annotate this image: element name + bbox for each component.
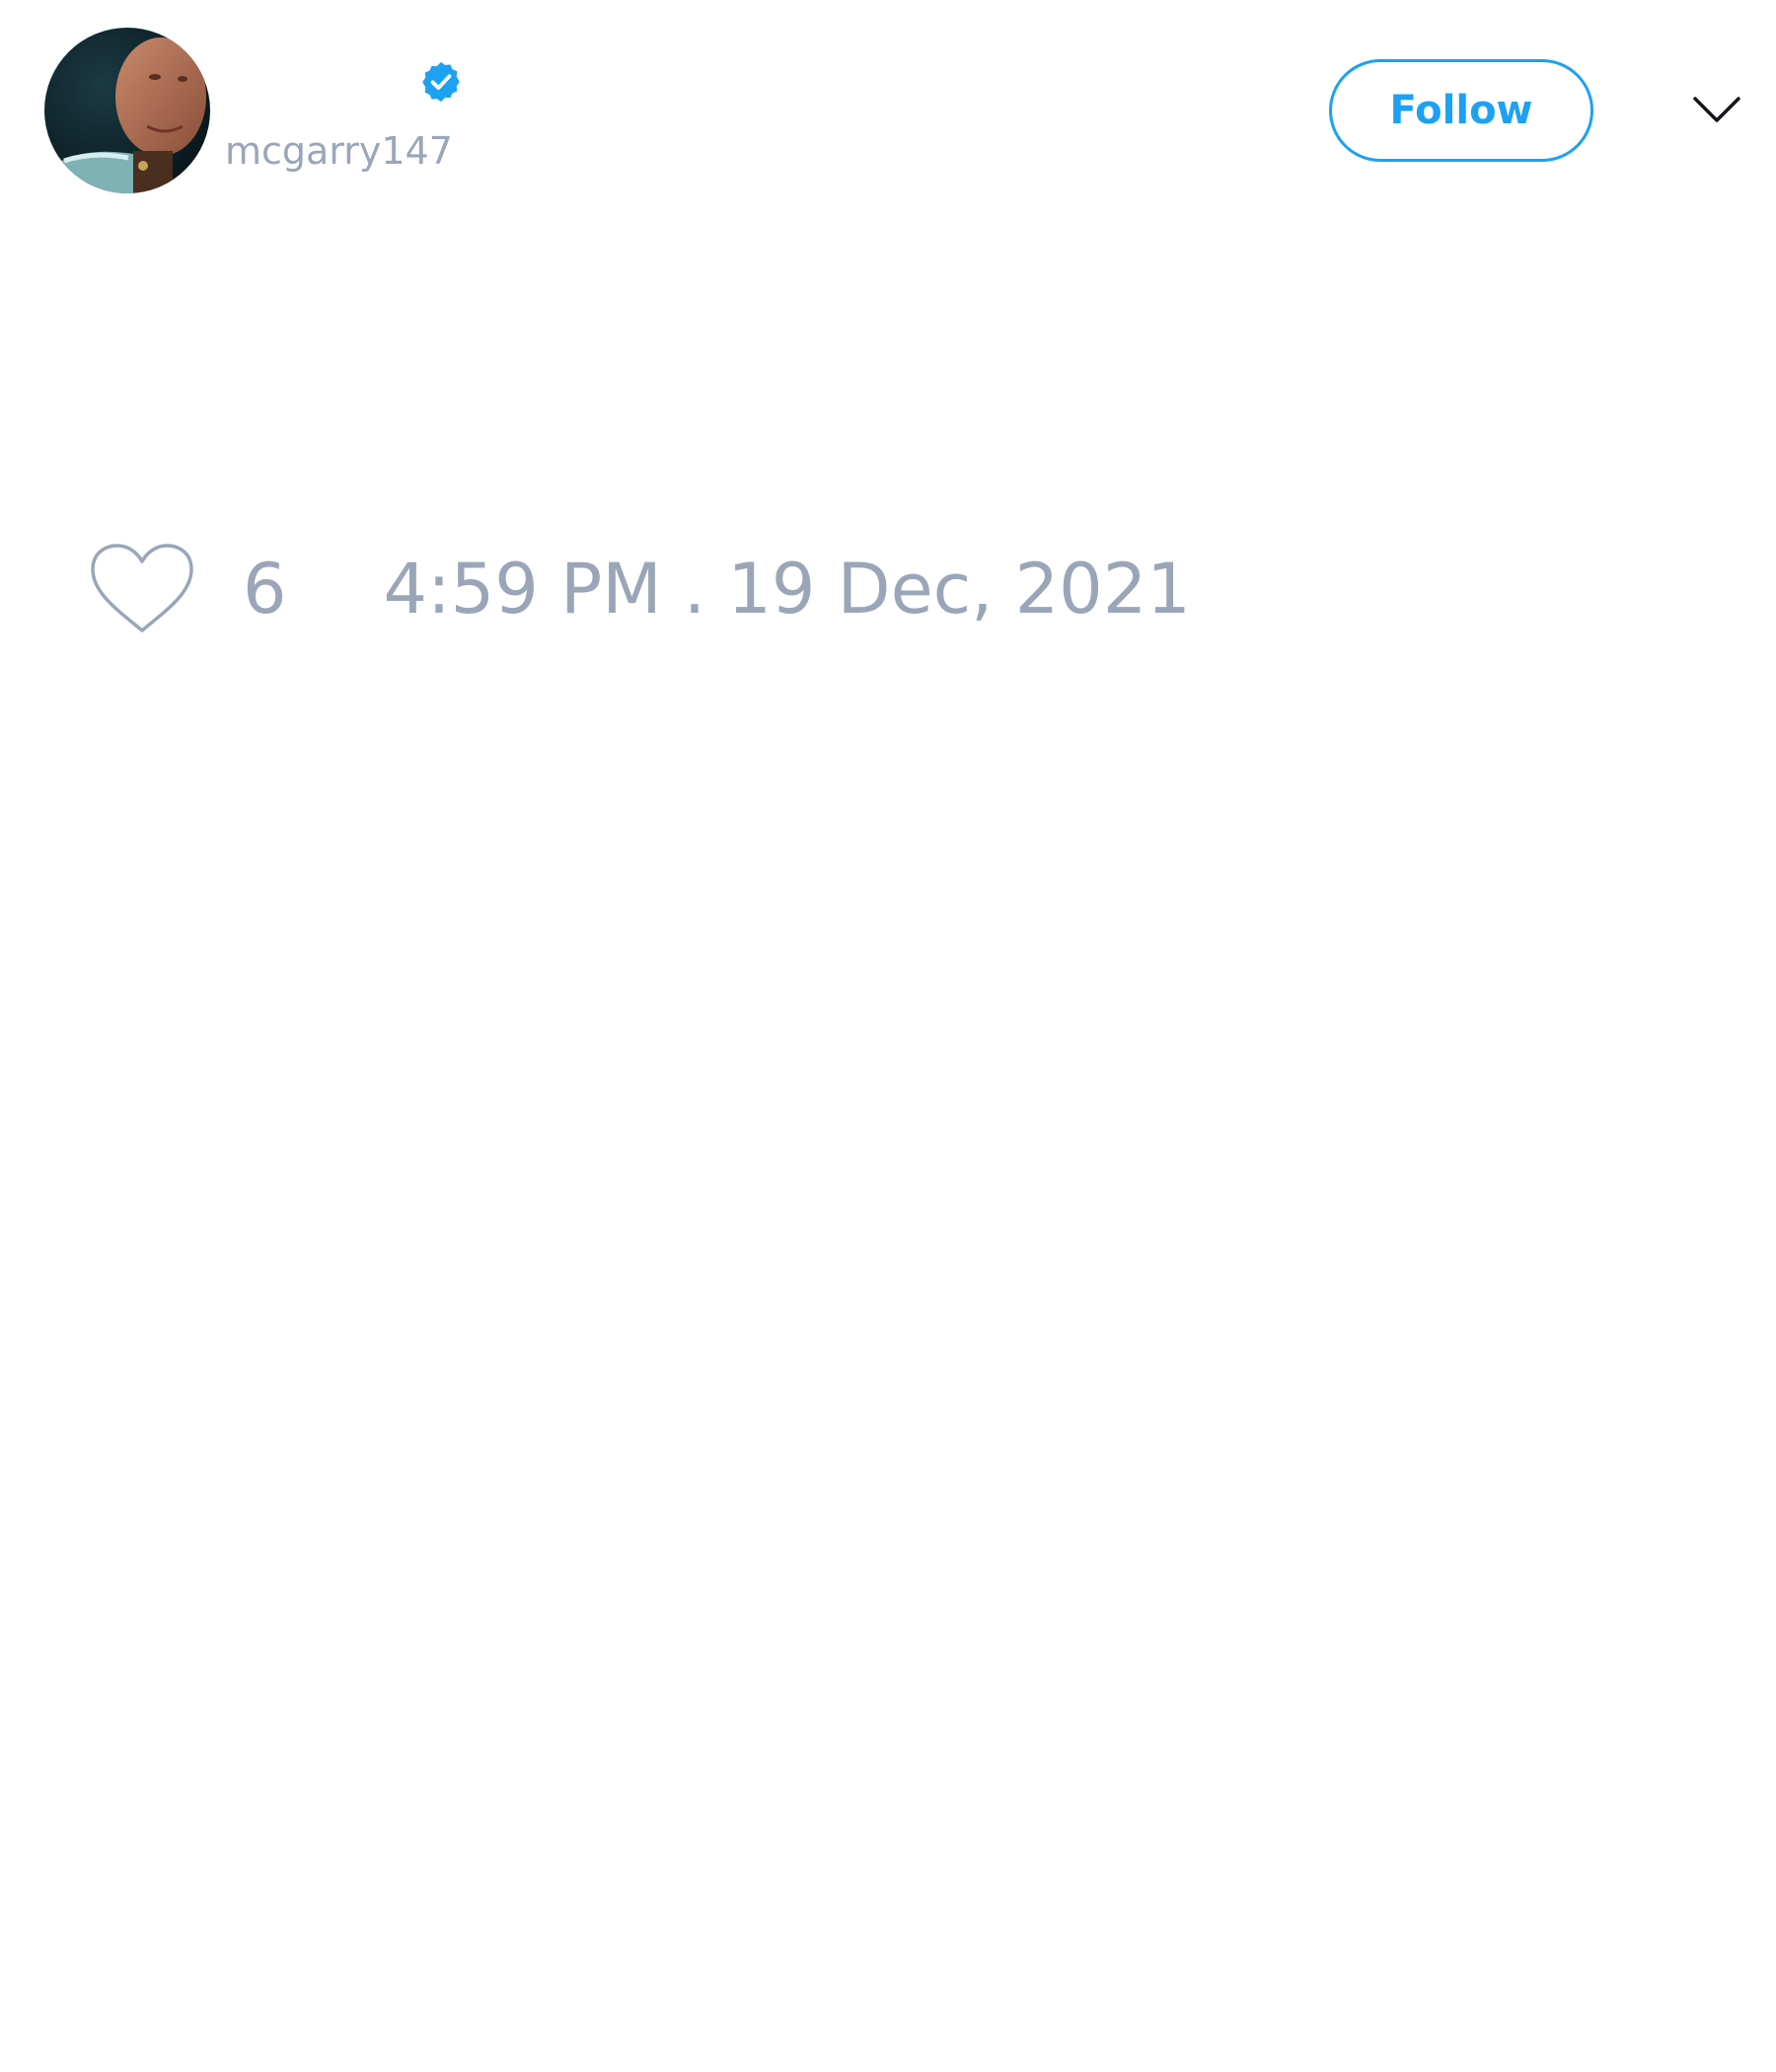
user-handle[interactable]: mcgarry147 bbox=[225, 124, 453, 178]
chevron-down-icon bbox=[1693, 97, 1740, 122]
avatar[interactable] bbox=[44, 28, 210, 193]
like-button[interactable] bbox=[89, 542, 195, 636]
verified-badge-icon bbox=[422, 61, 460, 103]
like-count: 6 bbox=[243, 549, 287, 629]
tweet-actions: 6 4:59 PM . 19 Dec, 2021 bbox=[89, 538, 1191, 640]
display-name-row bbox=[225, 55, 464, 109]
profile-photo bbox=[44, 28, 210, 193]
tweet-card: mcgarry147 Follow 6 4:59 PM . 19 Dec, 20… bbox=[0, 0, 1776, 2072]
more-menu-button[interactable] bbox=[1689, 89, 1744, 132]
follow-button[interactable]: Follow bbox=[1329, 59, 1593, 162]
heart-icon bbox=[91, 544, 193, 632]
tweet-timestamp[interactable]: 4:59 PM . 19 Dec, 2021 bbox=[384, 538, 1191, 640]
